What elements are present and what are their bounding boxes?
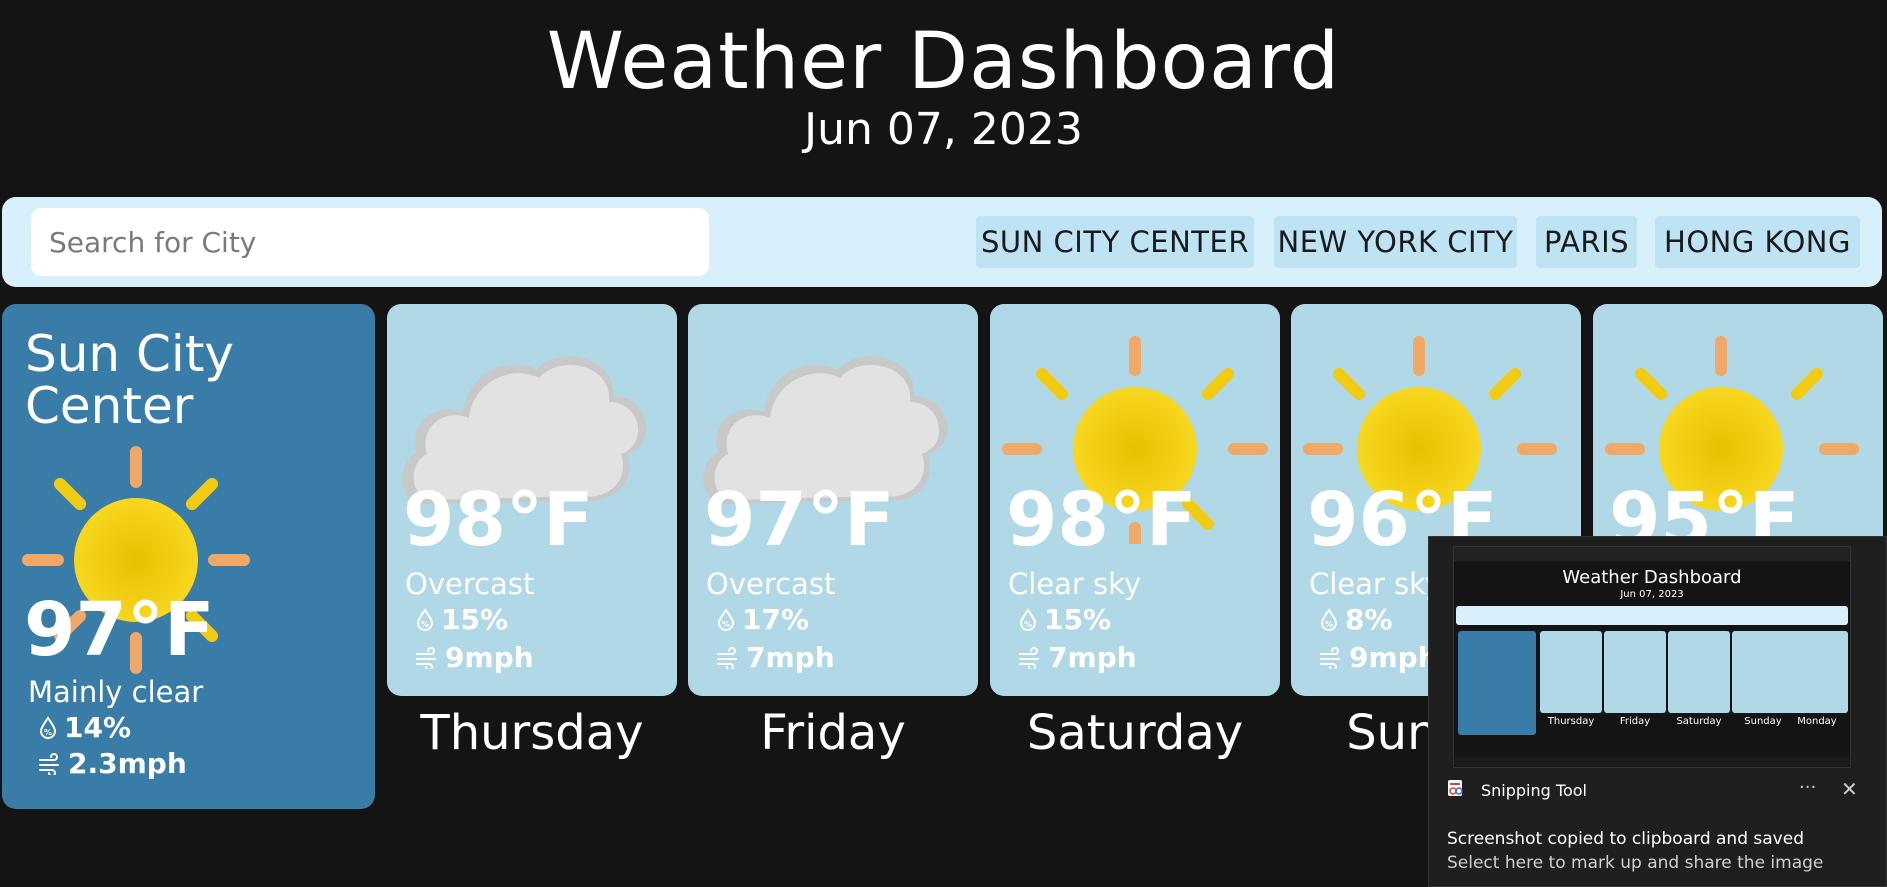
forecast-description: Overcast — [405, 567, 535, 601]
wind-icon — [717, 647, 737, 669]
page-date: Jun 07, 2023 — [804, 104, 1083, 155]
svg-text:%: % — [1024, 620, 1032, 629]
humidity-icon: % — [1320, 608, 1338, 631]
toast-subtext[interactable]: Select here to mark up and share the ima… — [1447, 853, 1823, 873]
thumbnail-day: Saturday — [1676, 716, 1722, 727]
forecast-humidity: % 17% — [716, 602, 809, 638]
forecast-wind: 7mph — [1018, 640, 1137, 676]
forecast-description: Clear sky — [1008, 567, 1142, 601]
current-humidity: % 14% — [38, 710, 131, 746]
thumbnail-search-bar — [1456, 606, 1848, 625]
current-temperature: 97°F — [24, 587, 215, 673]
forecast-temperature: 98°F — [403, 477, 594, 563]
humidity-icon: % — [416, 608, 434, 631]
forecast-day-label: Thursday — [420, 705, 644, 761]
forecast-wind: 9mph — [415, 640, 534, 676]
wind-icon — [1320, 647, 1340, 669]
thumbnail-day: Friday — [1619, 716, 1651, 727]
snipping-tool-notification[interactable]: Weather Dashboard Jun 07, 2023 Thursday … — [1428, 536, 1887, 887]
thumbnail-forecast-card — [1786, 631, 1848, 713]
snipping-tool-icon — [1448, 780, 1463, 796]
thumbnail-browser-bar — [1454, 547, 1850, 561]
thumbnail-forecast-card — [1604, 631, 1666, 713]
humidity-icon: % — [39, 716, 57, 739]
forecast-card: 97°F Overcast % 17% 7mph — [688, 304, 978, 696]
toast-app-name: Snipping Tool — [1481, 781, 1587, 800]
wind-icon — [39, 753, 59, 775]
city-button-new-york-city[interactable]: NEW YORK CITY — [1274, 216, 1517, 268]
city-button-hong-kong[interactable]: HONG KONG — [1655, 216, 1860, 268]
forecast-humidity-value: 8% — [1345, 603, 1393, 636]
city-button-paris[interactable]: PARIS — [1536, 216, 1637, 268]
svg-text:%: % — [1325, 620, 1333, 629]
current-wind-value: 2.3mph — [68, 747, 187, 780]
thumbnail-forecast-card — [1540, 631, 1602, 713]
thumbnail-taskbar — [1454, 757, 1850, 767]
forecast-wind: 7mph — [716, 640, 835, 676]
current-city-name: Sun City Center — [25, 325, 235, 435]
more-options-icon[interactable]: ··· — [1799, 777, 1816, 798]
humidity-icon: % — [717, 608, 735, 631]
thumbnail-day: Monday — [1797, 716, 1837, 727]
svg-text:%: % — [722, 620, 730, 629]
thumbnail-forecast-card — [1732, 631, 1794, 713]
city-button-sun-city-center[interactable]: SUN CITY CENTER — [976, 216, 1254, 268]
forecast-day-label: Friday — [760, 705, 906, 761]
search-input[interactable] — [31, 208, 709, 276]
wind-icon — [416, 647, 436, 669]
forecast-description: Overcast — [706, 567, 836, 601]
forecast-card: 98°F Overcast % 15% 9mph — [387, 304, 677, 696]
forecast-humidity: % 15% — [1018, 602, 1111, 638]
search-bar: SUN CITY CENTER NEW YORK CITY PARIS HONG… — [2, 197, 1882, 287]
thumbnail-date: Jun 07, 2023 — [1620, 589, 1684, 600]
forecast-wind: 9mph — [1319, 640, 1438, 676]
forecast-humidity: % 15% — [415, 602, 508, 638]
current-description: Mainly clear — [28, 675, 204, 709]
page-title: Weather Dashboard — [546, 17, 1341, 107]
thumbnail-title: Weather Dashboard — [1562, 567, 1742, 588]
forecast-humidity-value: 15% — [441, 603, 509, 636]
forecast-wind-value: 9mph — [1349, 641, 1438, 674]
screenshot-thumbnail[interactable]: Weather Dashboard Jun 07, 2023 Thursday … — [1453, 546, 1851, 768]
forecast-description: Clear sky — [1309, 567, 1443, 601]
forecast-wind-value: 9mph — [445, 641, 534, 674]
thumbnail-current-card — [1458, 631, 1536, 735]
humidity-icon: % — [1019, 608, 1037, 631]
thumbnail-day: Thursday — [1547, 716, 1595, 727]
svg-text:%: % — [44, 728, 52, 737]
forecast-temperature: 97°F — [704, 477, 895, 563]
svg-text:%: % — [421, 620, 429, 629]
forecast-humidity-value: 17% — [742, 603, 810, 636]
current-weather-card: Sun City Center 97°F Mainly clear % 14% … — [2, 304, 375, 809]
toast-message: Screenshot copied to clipboard and saved — [1447, 829, 1804, 849]
forecast-humidity-value: 15% — [1044, 603, 1112, 636]
wind-icon — [1019, 647, 1039, 669]
forecast-wind-value: 7mph — [746, 641, 835, 674]
forecast-wind-value: 7mph — [1048, 641, 1137, 674]
current-wind: 2.3mph — [38, 746, 187, 782]
current-humidity-value: 14% — [64, 711, 132, 744]
forecast-humidity: % 8% — [1319, 602, 1393, 638]
forecast-card: 98°F Clear sky % 15% 7mph — [990, 304, 1280, 696]
thumbnail-forecast-card — [1668, 631, 1730, 713]
thumbnail-day: Sunday — [1744, 716, 1782, 727]
forecast-day-label: Saturday — [1026, 705, 1244, 761]
close-icon[interactable]: ✕ — [1841, 777, 1858, 801]
forecast-temperature: 98°F — [1006, 477, 1197, 563]
